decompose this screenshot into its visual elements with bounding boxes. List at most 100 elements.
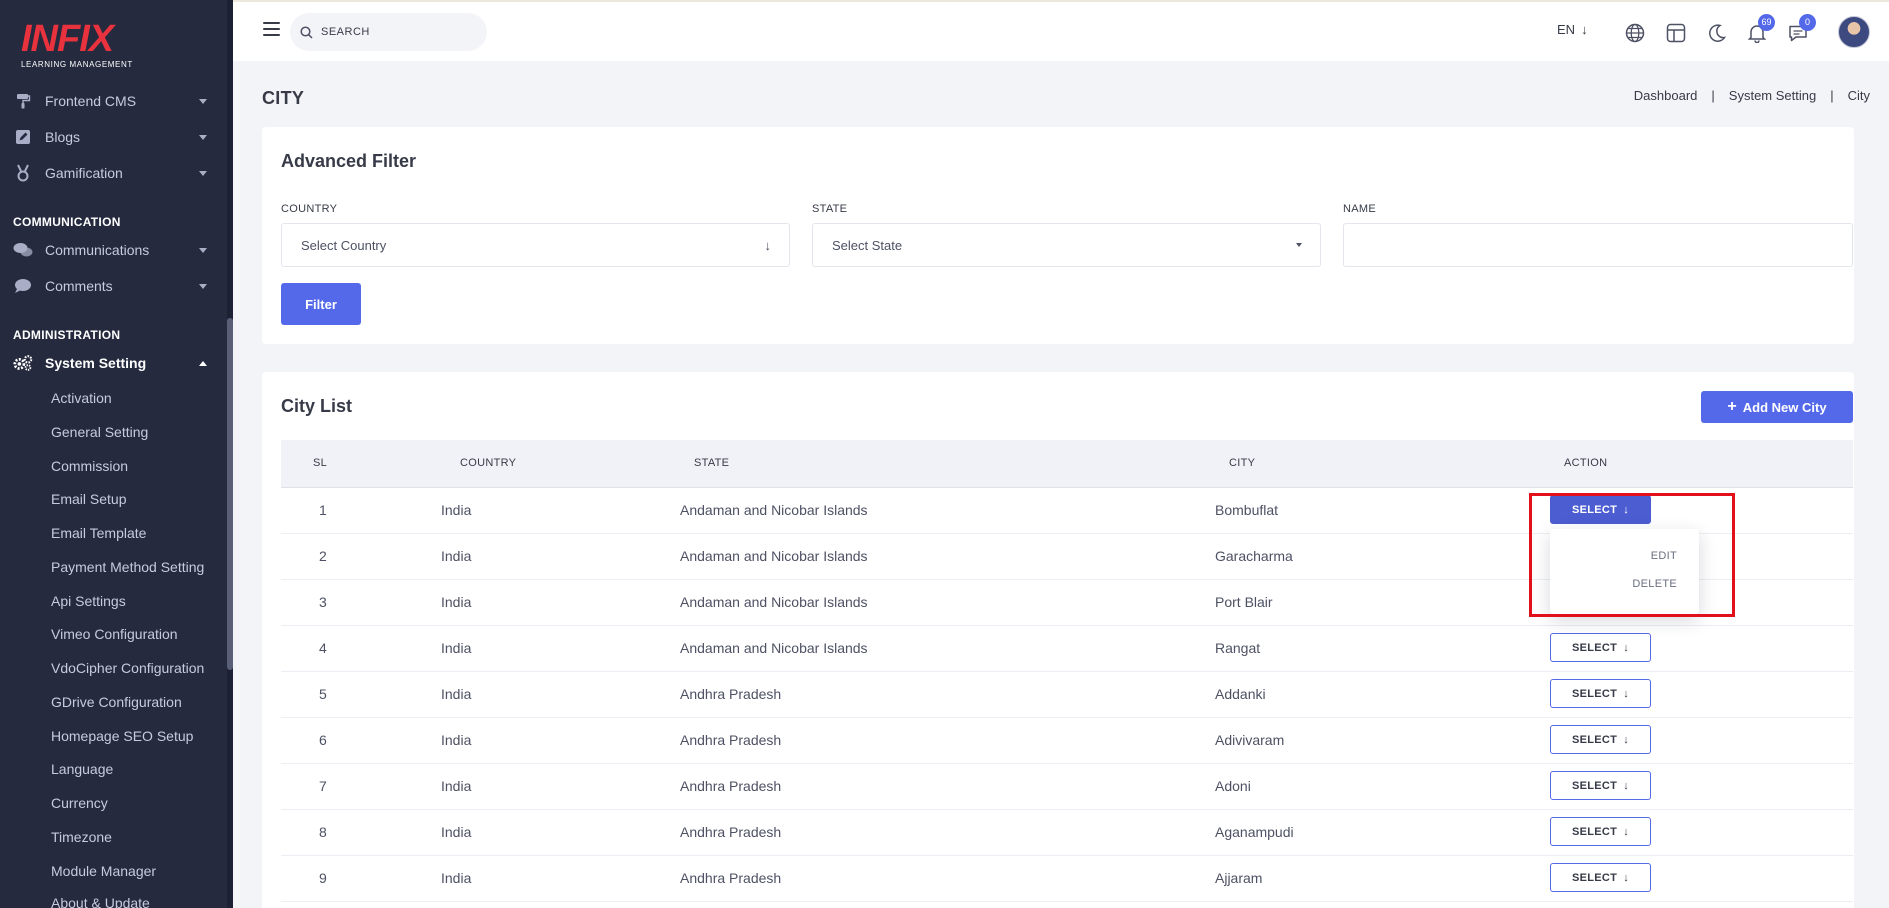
cell-state: Andhra Pradesh [680,778,782,794]
column-header-country[interactable]: COUNTRY [460,457,516,469]
messages-icon[interactable]: 0 [1786,14,1816,45]
cell-state: Andaman and Nicobar Islands [680,548,868,564]
sidebar-scroll-thumb[interactable] [227,318,233,670]
name-input[interactable] [1343,223,1853,267]
add-new-city-label: Add New City [1742,399,1827,415]
row-action-select-button[interactable]: SELECT ↓ [1550,817,1651,846]
sidebar-subitem-about-update[interactable]: About & Update [51,893,150,908]
chevron-down-icon [199,134,207,140]
row-action-select-button[interactable]: SELECT ↓ [1550,679,1651,708]
row-action-select-button[interactable]: SELECT ↓ [1550,863,1651,892]
select-label: SELECT [1571,871,1618,884]
sidebar-item-label: Frontend CMS [45,93,137,109]
comment-icon [13,276,33,296]
cell-country: India [441,870,472,886]
sidebar-item-label: Blogs [45,129,81,145]
cell-country: India [441,548,472,564]
chevron-down-icon [199,170,207,176]
chat-bubbles-icon [13,240,33,260]
cell-state: Andaman and Nicobar Islands [680,640,868,656]
sidebar-item-comments[interactable]: Comments [0,271,227,301]
cell-city: Port Blair [1215,594,1273,610]
sidebar-item-blogs[interactable]: Blogs [0,122,227,152]
cell-city: Rangat [1215,640,1261,656]
search-box[interactable] [290,13,487,51]
breadcrumb-dashboard[interactable]: Dashboard [1634,88,1698,103]
cell-country: India [441,778,472,794]
sidebar-subitem-email-template[interactable]: Email Template [51,523,146,543]
breadcrumb-system-setting[interactable]: System Setting [1729,88,1816,103]
country-select[interactable]: Select Country ↓ [281,223,790,267]
arrow-down-icon: ↓ [764,237,772,253]
language-code: EN [1557,22,1576,37]
city-list-card: City List + Add New City SL COUNTRY STAT… [262,372,1854,908]
top-bar: EN ↓ 69 0 [233,0,1889,61]
sidebar-scrollbar[interactable] [227,0,233,908]
arrow-down-icon: ↓ [1623,779,1629,792]
state-select[interactable]: Select State [812,223,1321,267]
breadcrumb-city: City [1847,88,1870,103]
city-list-title: City List [281,396,353,416]
column-header-city[interactable]: CITY [1229,457,1255,469]
cell-city: Bombuflat [1215,502,1279,518]
sidebar-item-gamification[interactable]: Gamification [0,158,227,188]
menu-toggle-icon[interactable] [263,22,280,36]
sidebar-subitem-commission[interactable]: Commission [51,456,128,476]
pencil-square-icon [13,127,33,147]
sidebar-subitem-currency[interactable]: Currency [51,793,108,813]
breadcrumb-separator: | [1830,88,1834,103]
sidebar-subitem-vimeo-configuration[interactable]: Vimeo Configuration [51,624,178,644]
globe-icon[interactable] [1623,21,1647,45]
column-header-action: ACTION [1564,457,1608,469]
sidebar-item-system-setting[interactable]: System Setting [0,348,227,378]
sidebar-subitem-activation[interactable]: Activation [51,388,112,408]
notification-bell-icon[interactable]: 69 [1745,14,1775,45]
column-header-state[interactable]: STATE [694,457,729,469]
country-select-value: Select Country [301,237,387,253]
search-input[interactable] [321,26,471,38]
cell-sl: 5 [319,686,327,702]
cell-state: Andhra Pradesh [680,732,782,748]
caret-down-icon [1296,243,1302,247]
sidebar-subitem-timezone[interactable]: Timezone [51,827,112,847]
table-row: 9 India Andhra Pradesh Ajjaram SELECT ↓ [281,856,1853,902]
sidebar-subitem-language[interactable]: Language [51,759,113,779]
arrow-down-icon: ↓ [1623,871,1629,884]
table-row: 4 India Andaman and Nicobar Islands Rang… [281,626,1853,672]
sidebar-item-frontend-cms[interactable]: Frontend CMS [0,86,227,116]
section-title-communication: COMMUNICATION [13,215,121,229]
filter-button[interactable]: Filter [281,283,361,325]
row-action-select-button[interactable]: SELECT ↓ [1550,771,1651,800]
app-logo[interactable]: INFIX LEARNING MANAGEMENT [21,20,141,70]
sidebar-subitem-api-settings[interactable]: Api Settings [51,591,126,611]
cell-city: Adoni [1215,778,1251,794]
layout-icon[interactable] [1664,21,1688,45]
sidebar-item-label: Communications [45,242,150,258]
sidebar-subitem-payment-method-setting[interactable]: Payment Method Setting [51,557,204,577]
logo-subtitle: LEARNING MANAGEMENT [21,60,133,69]
add-new-city-button[interactable]: + Add New City [1701,391,1853,423]
cell-state: Andhra Pradesh [680,824,782,840]
row-action-select-button[interactable]: SELECT ↓ [1550,725,1651,754]
column-header-sl[interactable]: SL [313,457,327,469]
cell-sl: 8 [319,824,327,840]
sidebar-item-label: Comments [45,278,113,294]
sidebar-subitem-module-manager[interactable]: Module Manager [51,861,156,881]
medal-icon [13,163,33,183]
cell-sl: 3 [319,594,327,610]
sidebar-subitem-vdocipher-configuration[interactable]: VdoCipher Configuration [51,658,204,678]
arrow-down-icon: ↓ [1581,22,1588,37]
dark-mode-moon-icon[interactable] [1705,21,1729,45]
sidebar-subitem-email-setup[interactable]: Email Setup [51,489,126,509]
section-title-administration: ADMINISTRATION [13,328,121,342]
state-label: STATE [812,203,848,215]
row-action-select-button[interactable]: SELECT ↓ [1550,633,1651,662]
sidebar-item-communications[interactable]: Communications [0,235,227,265]
sidebar-subitem-gdrive-configuration[interactable]: GDrive Configuration [51,692,182,712]
sidebar-subitem-homepage-seo-setup[interactable]: Homepage SEO Setup [51,726,193,746]
sidebar-subitem-general-setting[interactable]: General Setting [51,422,148,442]
chevron-down-icon [199,283,207,289]
language-selector[interactable]: EN ↓ [1557,22,1588,37]
user-avatar[interactable] [1838,16,1870,48]
cell-city: Ajjaram [1215,870,1263,886]
